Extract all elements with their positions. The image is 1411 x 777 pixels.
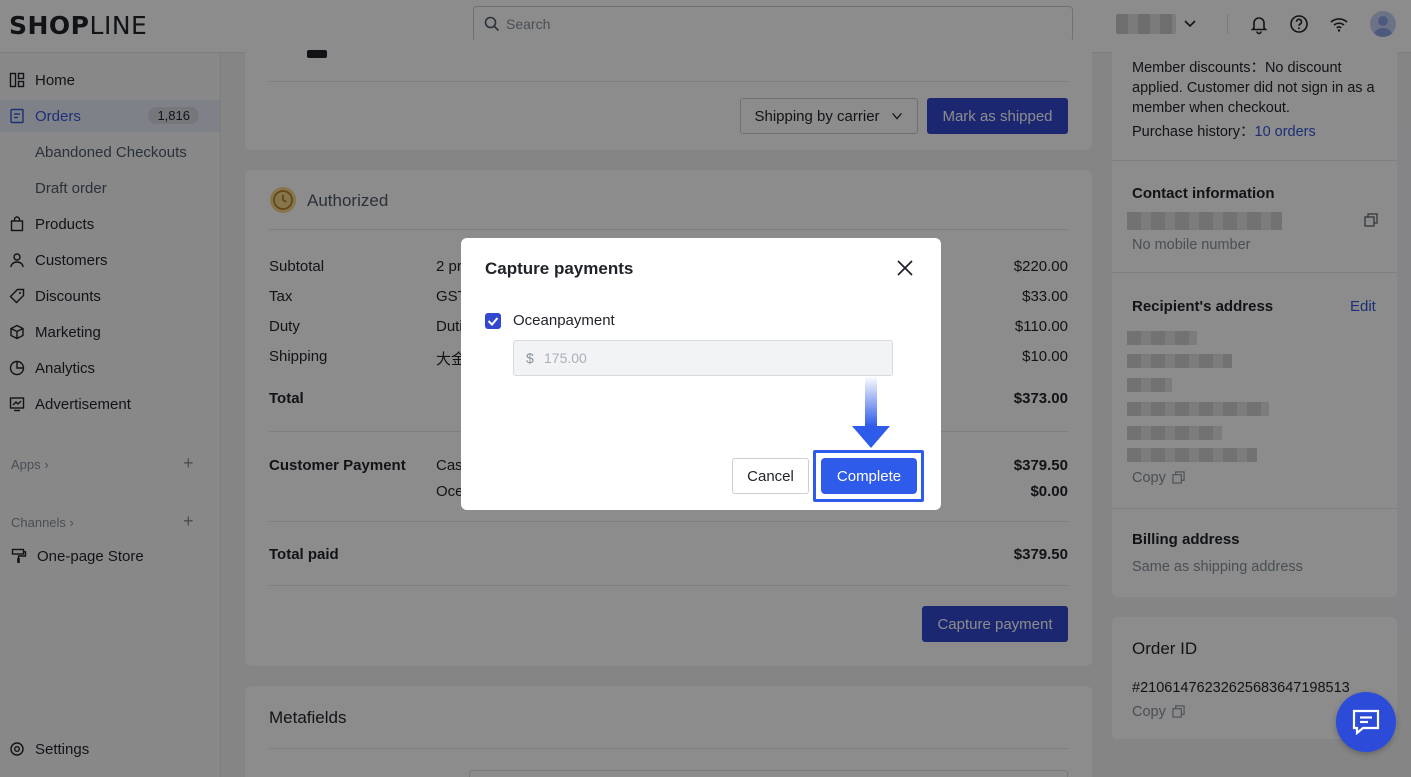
cancel-button[interactable]: Cancel — [732, 458, 809, 494]
checkmark-icon — [487, 317, 499, 326]
currency-symbol: $ — [526, 350, 534, 366]
dialog-title: Capture payments — [485, 259, 634, 278]
oceanpayment-checkbox[interactable] — [485, 313, 501, 329]
capture-amount-value: 175.00 — [544, 350, 587, 366]
close-icon[interactable] — [895, 258, 915, 278]
down-arrow-annotation — [852, 376, 890, 448]
chat-button[interactable] — [1336, 692, 1396, 752]
payment-provider-label: Oceanpayment — [513, 312, 615, 329]
chat-icon — [1352, 709, 1380, 735]
capture-amount-input[interactable]: $ 175.00 — [513, 340, 893, 376]
complete-highlight-box — [813, 450, 924, 502]
